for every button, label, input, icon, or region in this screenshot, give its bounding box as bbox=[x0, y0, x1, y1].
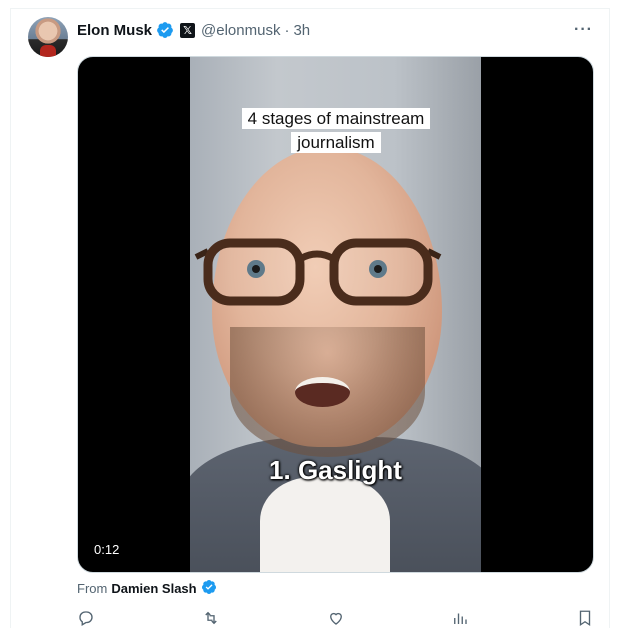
author-avatar[interactable] bbox=[28, 17, 68, 57]
video-shirt bbox=[260, 477, 390, 572]
video-duration: 0:12 bbox=[88, 541, 126, 558]
video-glasses bbox=[194, 238, 442, 306]
x-affiliate-badge-icon: 𝕏 bbox=[180, 22, 196, 38]
bookmark-button[interactable] bbox=[576, 609, 594, 627]
video-attribution: From Damien Slash bbox=[77, 579, 217, 598]
tweet-header: Elon Musk 𝕏 @elonmusk · 3h bbox=[77, 21, 310, 39]
author-name[interactable]: Elon Musk bbox=[77, 22, 152, 39]
video-mouth bbox=[295, 377, 350, 407]
tweet-actions bbox=[77, 609, 594, 627]
tweet-card[interactable]: Elon Musk 𝕏 @elonmusk · 3h ··· 4 stages … bbox=[10, 8, 610, 628]
views-icon bbox=[454, 613, 467, 624]
verified-badge-icon bbox=[156, 21, 174, 39]
attribution-source-link[interactable]: Damien Slash bbox=[111, 581, 196, 596]
reply-icon bbox=[79, 611, 93, 626]
repost-button[interactable] bbox=[202, 609, 220, 627]
more-options-icon[interactable]: ··· bbox=[574, 21, 593, 39]
video-caption-top: 4 stages of mainstream journalism bbox=[234, 107, 438, 155]
author-handle[interactable]: @elonmusk bbox=[201, 22, 280, 39]
bookmark-icon bbox=[579, 610, 591, 627]
heart-icon bbox=[329, 612, 342, 625]
attribution-prefix: From bbox=[77, 581, 108, 596]
attribution-verified-icon bbox=[201, 579, 217, 598]
tweet-timestamp[interactable]: 3h bbox=[293, 22, 310, 39]
avatar-shirt bbox=[40, 45, 56, 57]
video-caption-bottom: 1. Gaslight bbox=[269, 455, 402, 485]
repost-icon bbox=[205, 611, 217, 625]
like-button[interactable] bbox=[327, 609, 345, 627]
video-player[interactable]: 4 stages of mainstream journalism 1. Gas… bbox=[77, 56, 594, 573]
separator-dot: · bbox=[284, 21, 290, 39]
reply-button[interactable] bbox=[77, 609, 95, 627]
video-caption-top-text: 4 stages of mainstream journalism bbox=[241, 108, 431, 153]
video-frame[interactable]: 4 stages of mainstream journalism 1. Gas… bbox=[190, 57, 481, 572]
views-button[interactable] bbox=[451, 609, 469, 627]
